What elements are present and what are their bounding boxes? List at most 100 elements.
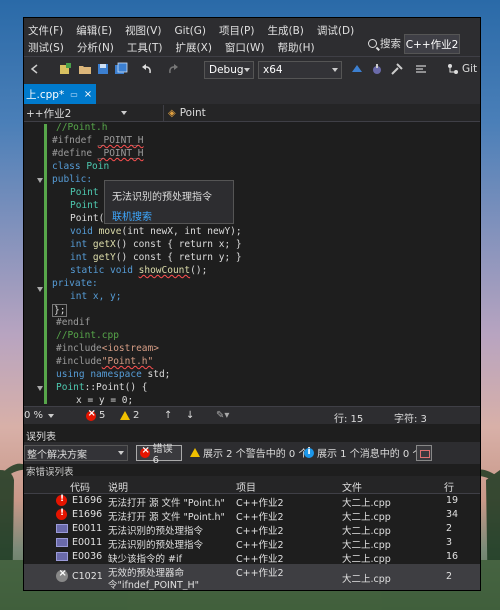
column-description[interactable]: 说明 <box>108 479 128 494</box>
cell-project: C++作业2 <box>236 498 284 509</box>
class-icon: ◈ <box>168 107 176 119</box>
zoom-level[interactable]: 0 % <box>24 410 55 421</box>
menu-window[interactable]: 窗口(W) <box>225 40 265 55</box>
code-line: int getX() const { return x; } <box>70 239 242 252</box>
tooltip-message: 无法识别的预处理指令 <box>112 192 212 203</box>
error-scope-select[interactable]: 整个解决方案 <box>24 445 128 461</box>
tab-file[interactable]: 上.cpp* ▭ × <box>24 84 96 104</box>
error-icon <box>86 408 96 421</box>
zoom-value: 0 % <box>24 410 44 421</box>
fold-toggle-icon[interactable] <box>37 178 44 185</box>
menu-file[interactable]: 文件(F) <box>28 23 63 38</box>
column-file[interactable]: 文件 <box>342 479 362 494</box>
table-row[interactable]: E0036 缺少该指令的 #if C++作业2 大二上.cpp 16 <box>24 550 480 565</box>
menu-analyze[interactable]: 分析(N) <box>77 40 114 55</box>
table-row[interactable]: E0011 无法识别的预处理指令 C++作业2 大二上.cpp 2 <box>24 522 480 537</box>
open-folder-icon[interactable] <box>78 62 92 76</box>
column-project[interactable]: 项目 <box>236 479 256 494</box>
navigation-bar: ++作业2 ◈ Point <box>24 104 480 122</box>
project-name-badge: C++作业2 <box>404 34 460 54</box>
code-line: using namespace std; <box>56 369 170 382</box>
code-cleanup-icon[interactable]: ✎▾ <box>216 410 229 421</box>
error-list-toolbar: 整个解决方案 错误 6 展示 2 个警告中的 0 个 展示 1 个消息中的 0 … <box>24 442 480 466</box>
cell-code: E0011 <box>72 523 103 534</box>
menu-build[interactable]: 生成(B) <box>267 23 303 38</box>
arrow-up-icon[interactable]: ↑ <box>164 410 172 421</box>
table-row-selected[interactable]: C1021 无效的预处理器命 令"ifndef_POINT_H" C++作业2 … <box>24 564 480 590</box>
fold-toggle-icon[interactable] <box>37 386 44 393</box>
cell-description-cont: 令"ifndef_POINT_H" <box>108 580 200 590</box>
table-row[interactable]: E0011 无法识别的预处理指令 C++作业2 大二上.cpp 3 <box>24 536 480 551</box>
code-token: std; <box>147 369 171 380</box>
ide-window: 文件(F) 编辑(E) 视图(V) Git(G) 项目(P) 生成(B) 调试(… <box>24 18 480 590</box>
build-icon[interactable] <box>350 62 364 76</box>
project-scope-select[interactable]: ++作业2 <box>24 105 164 121</box>
code-token: (int newX, int newY); <box>121 226 242 237</box>
code-line: void move(int newX, int newY); <box>70 226 242 239</box>
warnings-filter-button[interactable]: 展示 2 个警告中的 0 个 <box>190 445 308 460</box>
messages-filter-label: 展示 1 个消息中的 0 个 <box>317 449 423 460</box>
column-code[interactable]: 代码 <box>70 479 90 494</box>
menu-project[interactable]: 项目(P) <box>219 23 255 38</box>
close-icon[interactable]: × <box>84 89 92 100</box>
menu-extensions[interactable]: 扩展(X) <box>176 40 212 55</box>
column-line[interactable]: 行 <box>444 479 454 494</box>
menu-tools[interactable]: 工具(T) <box>127 40 163 55</box>
code-token: void <box>70 226 99 237</box>
debug-icon[interactable] <box>370 62 384 76</box>
cell-description: 无法识别的预处理指令 <box>108 526 204 537</box>
code-line: #ifndef _POINT_H <box>52 135 144 148</box>
code-token-error: showCount <box>138 265 191 276</box>
cell-line: 16 <box>446 551 459 562</box>
menu-edit[interactable]: 编辑(E) <box>76 23 112 38</box>
menu-debug[interactable]: 调试(D) <box>317 23 354 38</box>
menu-help[interactable]: 帮助(H) <box>278 40 315 55</box>
redo-icon[interactable] <box>166 62 180 76</box>
arrow-down-icon[interactable]: ↓ <box>186 410 194 421</box>
format-icon[interactable] <box>414 62 428 76</box>
code-token: Point <box>56 382 85 393</box>
menu-view[interactable]: 视图(V) <box>125 23 161 38</box>
cell-line: 2 <box>446 571 453 582</box>
table-row[interactable]: E1696 无法打开 源 文件 "Point.h" C++作业2 大二上.cpp… <box>24 494 480 509</box>
error-count[interactable]: 5 <box>86 408 105 421</box>
code-line: private: <box>52 278 98 289</box>
chevron-down-icon <box>332 68 338 72</box>
code-line: //Point.h <box>56 122 108 133</box>
code-editor[interactable]: //Point.h #ifndef _POINT_H #define _POIN… <box>24 122 480 406</box>
warning-count[interactable]: 2 <box>120 410 139 421</box>
code-line: int getY() const { return y; } <box>70 252 242 265</box>
build-intellisense-filter-icon[interactable] <box>416 445 432 461</box>
pin-icon[interactable]: ▭ <box>70 90 78 99</box>
cell-file: 大二上.cpp <box>342 526 391 537</box>
fold-toggle-icon[interactable] <box>37 287 44 294</box>
git-icon[interactable] <box>446 62 460 76</box>
cell-description: 无法打开 源 文件 "Point.h" <box>108 512 225 523</box>
symbol-select[interactable]: ◈ Point <box>168 105 206 121</box>
project-scope-value: ++作业2 <box>26 107 72 120</box>
git-label[interactable]: Git <box>462 63 477 75</box>
error-icon <box>140 445 150 458</box>
save-icon[interactable] <box>96 62 110 76</box>
code-token: #include <box>56 356 102 367</box>
undo-icon[interactable] <box>140 62 154 76</box>
code-line: static void showCount(); <box>70 265 207 278</box>
tools-icon[interactable] <box>390 62 404 76</box>
messages-filter-button[interactable]: 展示 1 个消息中的 0 个 <box>304 445 422 460</box>
cell-code: E1696 <box>72 495 103 506</box>
cell-file: 大二上.cpp <box>342 554 391 565</box>
menu-git[interactable]: Git(G) <box>174 25 206 37</box>
build-error-icon <box>56 568 68 582</box>
configuration-select[interactable]: Debug <box>204 61 254 79</box>
save-all-icon[interactable] <box>114 62 128 76</box>
table-row[interactable]: E1696 无法打开 源 文件 "Point.h" C++作业2 大二上.cpp… <box>24 508 480 523</box>
back-icon[interactable] <box>28 62 42 76</box>
platform-select[interactable]: x64 <box>258 61 342 79</box>
errors-filter-button[interactable]: 错误 6 <box>136 444 182 466</box>
online-search-link[interactable]: 联机搜索 <box>112 208 152 223</box>
code-token: int <box>70 252 93 263</box>
line-number: 行: 15 <box>334 414 364 425</box>
menu-test[interactable]: 测试(S) <box>28 40 64 55</box>
new-project-icon[interactable] <box>58 62 72 76</box>
code-token: static void <box>70 265 139 276</box>
